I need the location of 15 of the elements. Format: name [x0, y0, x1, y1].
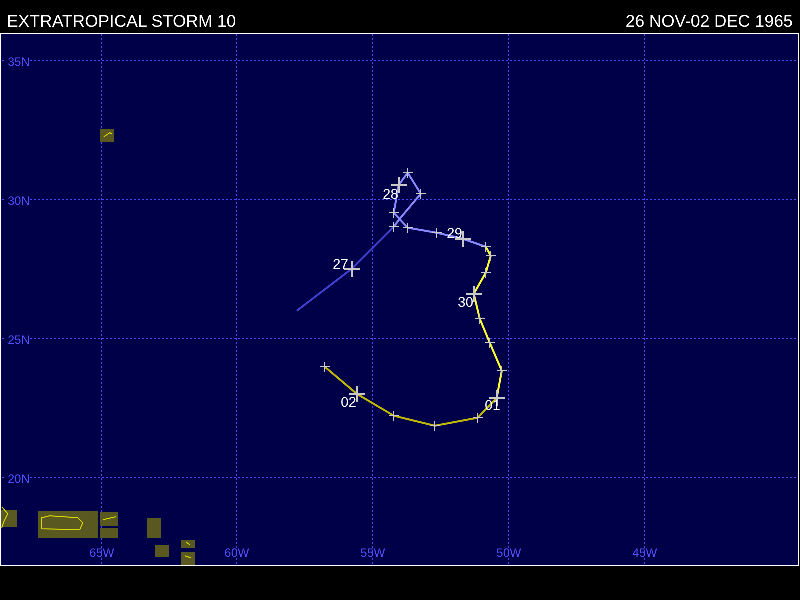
longitude-label: 55W — [360, 546, 386, 560]
longitude-label: 45W — [632, 546, 658, 560]
latitude-label: 25N — [8, 333, 30, 347]
longitude-label: 60W — [224, 546, 250, 560]
date-label: 02 — [341, 394, 357, 410]
date-range: 26 NOV-02 DEC 1965 — [626, 12, 793, 32]
island-drawing — [100, 129, 114, 142]
longitude-label: 50W — [496, 546, 522, 560]
storm-title: EXTRATROPICAL STORM 10 — [7, 12, 236, 32]
latitude-label: 30N — [8, 194, 30, 208]
date-label: 27 — [333, 256, 349, 272]
latitude-label: 35N — [8, 55, 30, 69]
longitude-label: 65W — [90, 546, 114, 560]
latitude-label: 20N — [8, 472, 30, 486]
date-label: 30 — [458, 294, 474, 310]
